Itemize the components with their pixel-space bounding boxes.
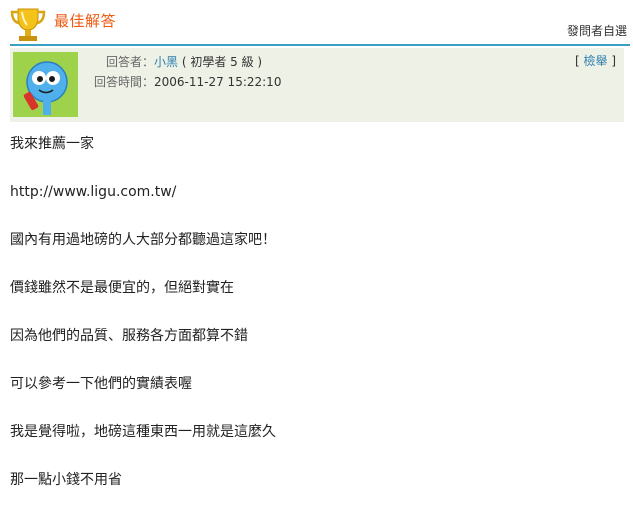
answer-time-row: 回答時間：2006-11-27 15:22:10 [90, 72, 281, 92]
avatar-icon [13, 52, 78, 117]
answer-line: 我來推薦一家 [10, 136, 94, 152]
header-divider [10, 44, 630, 46]
answer-line: 價錢雖然不是最便宜的，但絕對實在 [10, 280, 234, 296]
answer-time-value: 2006-11-27 15:22:10 [154, 75, 282, 89]
answer-info-box: 回答者：小黑 ( 初學者 5 級 ) 回答時間：2006-11-27 15:22… [10, 48, 624, 122]
responder-label: 回答者： [105, 55, 154, 69]
answer-time-label: 回答時間： [93, 75, 154, 89]
report-link[interactable]: 檢舉 [583, 54, 607, 68]
avatar[interactable] [13, 52, 78, 117]
answer-line: 可以參考一下他們的實績表喔 [10, 376, 192, 392]
responder-level: ( 初學者 5 級 ) [178, 55, 263, 69]
answer-meta: 回答者：小黑 ( 初學者 5 級 ) 回答時間：2006-11-27 15:22… [90, 52, 281, 92]
asker-selected-label: 發問者自選 [566, 24, 627, 38]
answer-body: 我來推薦一家 http://www.ligu.com.tw/ 國內有用過地磅的人… [10, 134, 620, 518]
best-answer-header: 最佳解答 發問者自選 [0, 0, 633, 46]
trophy-icon [10, 8, 46, 41]
answer-line: 國內有用過地磅的人大部分都聽過這家吧！ [10, 232, 276, 248]
report-control: [ 檢舉 ] [575, 52, 616, 69]
best-answer-title: 最佳解答 [54, 12, 117, 30]
answer-line: 我是覺得啦，地磅這種東西一用就是這麼久 [10, 424, 276, 440]
answer-url-line: http://www.ligu.com.tw/ [10, 184, 177, 200]
responder-name-link[interactable]: 小黑 [154, 55, 178, 69]
answer-line: 因為他們的品質、服務各方面都算不錯 [10, 328, 248, 344]
answer-line: 那一點小錢不用省 [10, 472, 122, 488]
report-bracket-close: ] [607, 54, 616, 68]
responder-row: 回答者：小黑 ( 初學者 5 級 ) [90, 52, 281, 72]
